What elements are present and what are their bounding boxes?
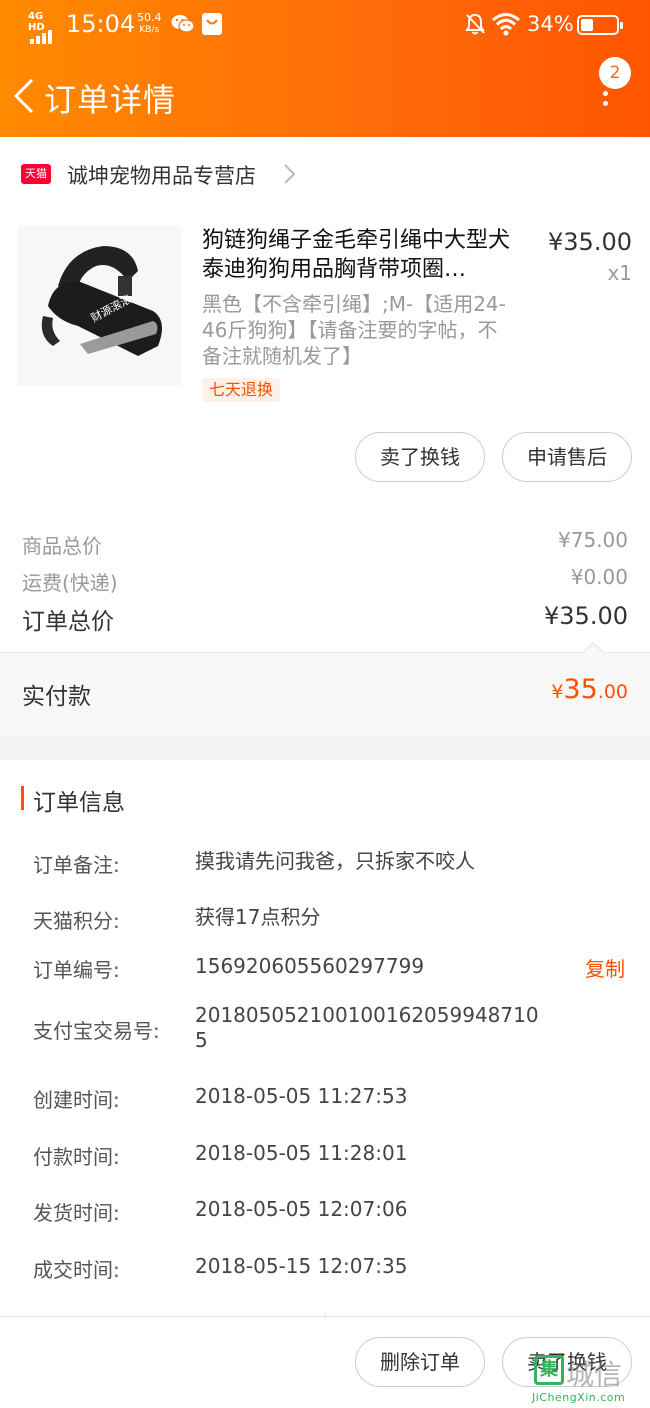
divider xyxy=(0,1293,650,1316)
status-bar: 4G HD 15:04 50.4 KB/s 34% xyxy=(0,0,650,52)
info-label: 支付宝交易号: xyxy=(33,1019,160,1043)
order-note-value: 摸我请先问我爸，只拆家不咬人 xyxy=(195,849,475,873)
battery-percent: 34% xyxy=(527,12,574,36)
product-quantity: x1 xyxy=(607,261,632,285)
info-label: 发货时间: xyxy=(33,1201,120,1225)
product-image[interactable]: 财源滚滚 xyxy=(18,226,181,386)
page-title: 订单详情 xyxy=(44,81,177,119)
back-arrow-icon[interactable] xyxy=(12,78,36,114)
chevron-right-icon[interactable] xyxy=(282,163,296,185)
watermark-logo: 集 城信 JiChengXin.com xyxy=(532,1355,650,1408)
paid-integer: 35 xyxy=(563,674,598,705)
taobao-notification-icon xyxy=(202,13,222,35)
info-label: 订单编号: xyxy=(33,958,120,982)
network-speed: 50.4 KB/s xyxy=(137,12,162,36)
message-count-badge[interactable]: 2 xyxy=(599,57,631,89)
return-policy-tag: 七天退换 xyxy=(202,378,281,402)
speed-value: 50.4 xyxy=(137,11,162,24)
paid-label: 实付款 xyxy=(22,684,91,710)
info-label: 创建时间: xyxy=(33,1088,120,1112)
info-label: 付款时间: xyxy=(33,1145,120,1169)
sell-for-cash-button[interactable]: 卖了换钱 xyxy=(355,432,485,482)
tmall-logo: 天猫 xyxy=(21,164,51,184)
paid-amount: ¥35.00 xyxy=(428,674,628,705)
product-sku: 黑色【不含牵引绳】;M-【适用24-46斤狗狗】【请备注要的字帖，不备注就随机发… xyxy=(202,292,506,368)
clock: 15:04 xyxy=(66,10,136,38)
dog-harness-image: 财源滚滚 xyxy=(18,226,181,386)
section-accent-bar xyxy=(21,786,24,810)
order-total-label: 订单总价 xyxy=(22,609,114,635)
alipay-trade-number-value: 2018050521001001620599487105 xyxy=(195,1003,539,1052)
watermark-text: 城信 xyxy=(566,1358,623,1391)
signal-icon: 4G HD xyxy=(28,11,60,44)
info-label: 成交时间: xyxy=(33,1258,120,1282)
copy-order-number-button[interactable]: 复制 xyxy=(585,953,625,982)
battery-icon xyxy=(577,15,623,35)
goods-total-label: 商品总价 xyxy=(22,534,102,558)
mute-icon xyxy=(465,13,485,35)
info-label: 天猫积分: xyxy=(33,909,120,933)
order-number-value: 156920605560297799 xyxy=(195,954,425,978)
delete-order-button[interactable]: 删除订单 xyxy=(355,1337,485,1387)
wechat-icon xyxy=(171,15,195,33)
shipping-value: ¥0.00 xyxy=(570,565,628,589)
goods-total-value: ¥75.00 xyxy=(558,528,628,552)
order-total-value: ¥35.00 xyxy=(544,602,628,630)
caret-up-icon xyxy=(582,642,604,654)
header-bar: 4G HD 15:04 50.4 KB/s 34% 订单详情 2 xyxy=(0,0,650,137)
shop-name[interactable]: 诚坤宠物用品专营店 xyxy=(67,160,256,190)
watermark-url: JiChengXin.com xyxy=(532,1391,626,1404)
tmall-points-value: 获得17点积分 xyxy=(195,905,321,929)
watermark-box: 集 xyxy=(534,1355,564,1385)
shipped-time-value: 2018-05-05 12:07:06 xyxy=(195,1197,408,1221)
shipping-label: 运费(快递) xyxy=(22,571,118,595)
completed-time-value: 2018-05-15 12:07:35 xyxy=(195,1254,408,1278)
speed-unit: KB/s xyxy=(139,25,160,35)
after-sales-button[interactable]: 申请售后 xyxy=(502,432,632,482)
paid-decimal: .00 xyxy=(597,681,628,703)
order-info-title: 订单信息 xyxy=(33,790,125,816)
created-time-value: 2018-05-05 11:27:53 xyxy=(195,1084,408,1108)
product-price: ¥35.00 xyxy=(548,228,632,256)
paid-currency: ¥ xyxy=(551,681,564,703)
wifi-icon xyxy=(492,13,520,36)
more-icon[interactable] xyxy=(603,91,611,111)
info-label: 订单备注: xyxy=(33,853,120,877)
payment-time-value: 2018-05-05 11:28:01 xyxy=(195,1141,408,1165)
product-title[interactable]: 狗链狗绳子金毛牵引绳中大型犬泰迪狗狗用品胸背带项圈… xyxy=(202,226,516,284)
